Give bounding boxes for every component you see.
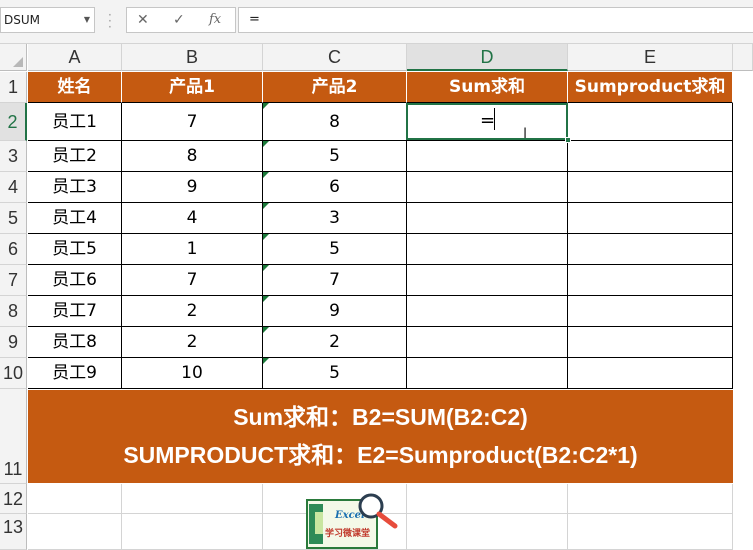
fill-handle[interactable] — [565, 137, 571, 143]
table-cell-c4[interactable]: 6 — [263, 172, 407, 203]
table-cell-d4[interactable] — [407, 172, 568, 203]
excel-course-logo: Excel 学习微课堂 — [306, 493, 398, 549]
table-cell-d6[interactable] — [407, 234, 568, 265]
table-cell-e4[interactable] — [568, 172, 733, 203]
table-cell-d3[interactable] — [407, 141, 568, 172]
row-header-12[interactable]: 12 — [0, 484, 27, 514]
ibeam-cursor-icon: I — [523, 126, 528, 142]
column-header-b[interactable]: B — [122, 44, 263, 71]
table-cell-b4[interactable]: 9 — [122, 172, 263, 203]
table-cell-c3[interactable]: 5 — [263, 141, 407, 172]
table-cell-a2[interactable]: 员工1 — [28, 103, 122, 141]
check-icon[interactable]: ✓ — [173, 12, 185, 28]
name-box[interactable]: DSUM ▼ — [0, 7, 95, 33]
header-product1[interactable]: 产品1 — [122, 72, 263, 103]
table-cell-d13[interactable] — [407, 514, 568, 550]
table-cell-a10[interactable]: 员工9 — [28, 358, 122, 389]
column-header-d[interactable]: D — [407, 44, 568, 71]
table-cell-e5[interactable] — [568, 203, 733, 234]
header-name[interactable]: 姓名 — [28, 72, 122, 103]
row-header-1[interactable]: 1 — [0, 72, 27, 103]
table-cell-b9[interactable]: 2 — [122, 327, 263, 358]
table-cell-d12[interactable] — [407, 484, 568, 514]
cancel-icon[interactable]: ✕ — [137, 12, 149, 28]
table-cell-c8[interactable]: 9 — [263, 296, 407, 327]
table-cell-a8[interactable]: 员工7 — [28, 296, 122, 327]
row-header-2[interactable]: 2 — [0, 103, 27, 141]
table-cell-e12[interactable] — [568, 484, 733, 514]
column-header-f[interactable] — [733, 44, 753, 71]
row-header-8[interactable]: 8 — [0, 296, 27, 327]
table-cell-b5[interactable]: 4 — [122, 203, 263, 234]
table-cell-d10[interactable] — [407, 358, 568, 389]
table-cell-a5[interactable]: 员工4 — [28, 203, 122, 234]
chevron-down-icon[interactable]: ▼ — [84, 8, 90, 32]
table-cell-c5[interactable]: 3 — [263, 203, 407, 234]
table-cell-a4[interactable]: 员工3 — [28, 172, 122, 203]
cell-edit-text: = — [480, 110, 496, 131]
table-cell-a12[interactable] — [28, 484, 122, 514]
table-cell-e6[interactable] — [568, 234, 733, 265]
table-cell-c10[interactable]: 5 — [263, 358, 407, 389]
row-header-4[interactable]: 4 — [0, 172, 27, 203]
select-all-corner[interactable] — [0, 44, 27, 71]
table-cell-d7[interactable] — [407, 265, 568, 296]
table-cell-b6[interactable]: 1 — [122, 234, 263, 265]
row-header-7[interactable]: 7 — [0, 265, 27, 296]
header-product2[interactable]: 产品2 — [263, 72, 407, 103]
table-cell-c9[interactable]: 2 — [263, 327, 407, 358]
row-header-13[interactable]: 13 — [0, 514, 27, 550]
logo-bottom-text: 学习微课堂 — [325, 527, 370, 539]
table-cell-b12[interactable] — [122, 484, 263, 514]
table-cell-e2[interactable] — [568, 103, 733, 141]
table-cell-e3[interactable] — [568, 141, 733, 172]
table-cell-a3[interactable]: 员工2 — [28, 141, 122, 172]
banner-line-2: SUMPRODUCT求和：E2=Sumproduct(B2:C2*1) — [123, 442, 638, 468]
table-cell-a6[interactable]: 员工5 — [28, 234, 122, 265]
table-cell-a7[interactable]: 员工6 — [28, 265, 122, 296]
fx-icon[interactable]: fx — [209, 12, 221, 27]
table-cell-d5[interactable] — [407, 203, 568, 234]
formula-banner: Sum求和：B2=SUM(B2:C2) SUMPRODUCT求和：E2=Sump… — [28, 390, 733, 483]
table-cell-e10[interactable] — [568, 358, 733, 389]
row-header-9[interactable]: 9 — [0, 327, 27, 358]
row-header-3[interactable]: 3 — [0, 141, 27, 172]
column-header-a[interactable]: A — [28, 44, 122, 71]
table-cell-e13[interactable] — [568, 514, 733, 550]
header-sumproduct[interactable]: Sumproduct求和 — [568, 72, 733, 103]
row-header-10[interactable]: 10 — [0, 358, 27, 389]
table-cell-b2[interactable]: 7 — [122, 103, 263, 141]
more-options-icon[interactable]: · · · — [108, 9, 112, 33]
column-header-e[interactable]: E — [568, 44, 733, 71]
name-box-value: DSUM — [4, 13, 40, 27]
table-cell-d8[interactable] — [407, 296, 568, 327]
formula-input[interactable]: = — [238, 7, 753, 33]
table-cell-a13[interactable] — [28, 514, 122, 550]
row-header-6[interactable]: 6 — [0, 234, 27, 265]
table-cell-b13[interactable] — [122, 514, 263, 550]
formula-bar: DSUM ▼ · · · ✕ ✓ fx = — [0, 0, 753, 44]
table-cell-e9[interactable] — [568, 327, 733, 358]
table-cell-b7[interactable]: 7 — [122, 265, 263, 296]
table-cell-b3[interactable]: 8 — [122, 141, 263, 172]
text-caret — [494, 108, 495, 130]
table-cell-a9[interactable]: 员工8 — [28, 327, 122, 358]
table-cell-d9[interactable] — [407, 327, 568, 358]
table-cell-e7[interactable] — [568, 265, 733, 296]
table-cell-c6[interactable]: 5 — [263, 234, 407, 265]
banner-line-1: Sum求和：B2=SUM(B2:C2) — [233, 404, 528, 430]
table-cell-c7[interactable]: 7 — [263, 265, 407, 296]
column-header-c[interactable]: C — [263, 44, 407, 71]
header-sum[interactable]: Sum求和 — [407, 72, 568, 103]
table-cell-e8[interactable] — [568, 296, 733, 327]
table-cell-c2[interactable]: 8 — [263, 103, 407, 141]
formula-buttons: ✕ ✓ fx — [126, 7, 236, 33]
table-cell-b8[interactable]: 2 — [122, 296, 263, 327]
row-header-5[interactable]: 5 — [0, 203, 27, 234]
table-cell-b10[interactable]: 10 — [122, 358, 263, 389]
row-header-11[interactable]: 11 — [0, 389, 27, 484]
